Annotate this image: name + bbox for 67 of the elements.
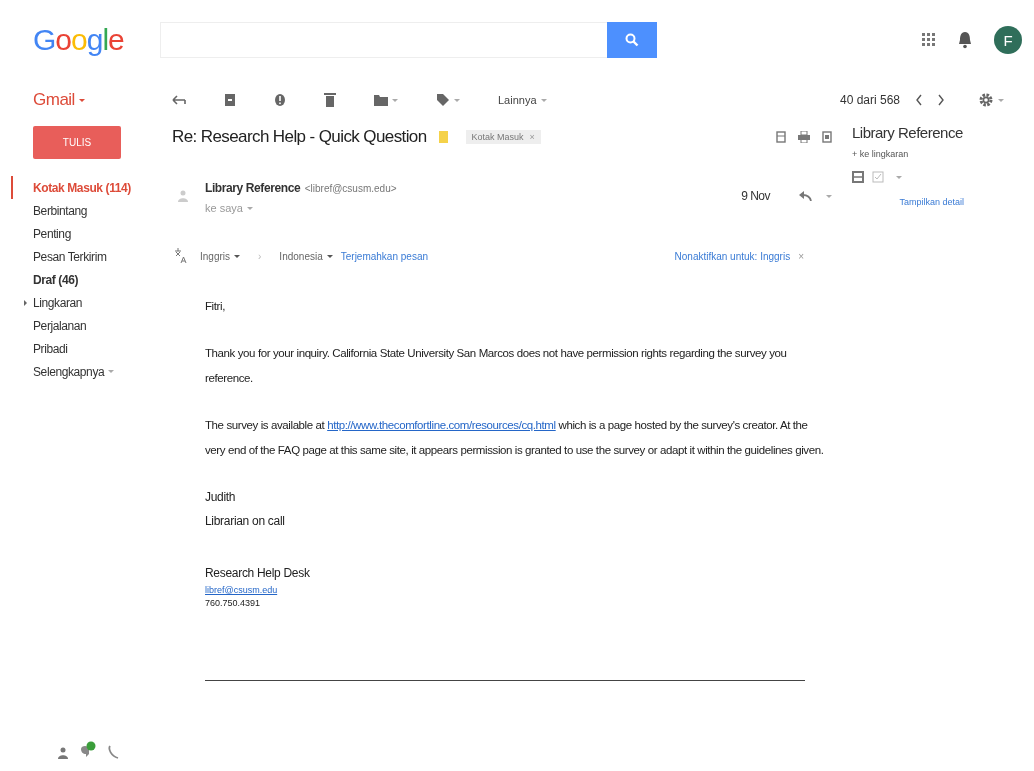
email-paragraph: The survey is available at http://www.thecomfortline.com/resources/cq.html which is a page hosted by the survey's creator. At the very end of the FAQ page at this same site, it appears permission is granted to use the survey or adapt it within the guidelines given. — [205, 418, 825, 458]
email-link[interactable]: libref@csusm.edu — [205, 585, 278, 595]
expand-arrow-icon[interactable] — [24, 299, 27, 306]
folder-link[interactable]: Perjalanan — [33, 318, 87, 333]
translate-icon — [174, 248, 188, 264]
translate-link[interactable]: Terjemahkan pesan — [340, 250, 428, 262]
print-icon[interactable] — [798, 131, 810, 143]
archive-icon[interactable] — [224, 93, 236, 107]
folder-link[interactable]: Penting — [33, 226, 71, 241]
label-text: Kotak Masuk — [471, 132, 524, 142]
sender-avatar-icon — [178, 189, 188, 203]
google-logo: Google — [33, 23, 125, 57]
chat-bubble-icon[interactable] — [80, 741, 96, 759]
caret-icon[interactable] — [108, 370, 115, 373]
folder-link[interactable]: Pesan Terkirim — [33, 249, 107, 264]
folder-link[interactable]: Selengkapnya — [33, 364, 105, 379]
folder-link[interactable]: Berbintang — [33, 203, 88, 218]
caret-icon[interactable] — [896, 175, 902, 179]
sender-name: Library Reference — [205, 181, 301, 195]
tag-icon[interactable] — [436, 93, 450, 107]
source-language-dropdown[interactable]: Inggris — [200, 250, 240, 262]
folder-icon[interactable] — [374, 94, 388, 106]
pagination-text: 40 dari 568 — [839, 93, 900, 107]
folder-link[interactable]: Lingkaran — [33, 295, 83, 310]
show-details-link[interactable]: Tampilkan detail — [899, 197, 964, 207]
settings-icon[interactable] — [978, 92, 994, 108]
phone-number: 760.750.4391 — [205, 598, 262, 608]
sender-email: <libref@csusm.edu> — [304, 183, 397, 194]
person-icon[interactable] — [58, 747, 68, 759]
search-button[interactable] — [607, 22, 657, 58]
more-button[interactable]: Lainnya — [498, 94, 547, 106]
gmail-menu[interactable]: Gmail — [33, 90, 85, 110]
trash-icon[interactable] — [324, 92, 336, 108]
target-language-dropdown[interactable]: Indonesia — [279, 250, 333, 262]
bell-icon[interactable] — [958, 31, 972, 49]
phone-icon[interactable] — [108, 745, 120, 759]
archive-icon[interactable] — [852, 171, 864, 183]
signature-line: Research Help Desk — [205, 565, 311, 582]
disable-translation-link[interactable]: Nonaktifkan untuk: Inggris — [674, 250, 791, 262]
new-window-icon[interactable] — [822, 131, 832, 143]
email-paragraph: Thank you for your inquiry. California State University San Marcos does not have permission rights regarding the survey you reference. — [205, 346, 788, 386]
add-to-circles-link[interactable]: + ke lingkaran — [852, 149, 1034, 159]
arrow-text: › — [258, 250, 262, 262]
more-options-caret-icon[interactable] — [826, 194, 832, 198]
checkbox-icon[interactable] — [872, 171, 884, 183]
compose-button[interactable]: TULIS — [33, 126, 121, 159]
search-field[interactable] — [160, 22, 607, 58]
search-icon — [625, 33, 639, 47]
email-paragraph: Fitri, — [205, 299, 226, 314]
folder-link[interactable]: Pribadi — [33, 341, 68, 356]
document-icon[interactable] — [776, 131, 786, 143]
apps-grid-icon[interactable] — [922, 33, 936, 47]
signature-line: Judith — [205, 489, 237, 506]
folder-link[interactable]: Draf (46) — [33, 272, 79, 287]
contact-name: Library Reference — [852, 124, 964, 141]
email-date: 9 Nov — [741, 189, 770, 203]
avatar[interactable]: F — [994, 26, 1022, 54]
importance-marker-icon[interactable] — [438, 131, 448, 143]
back-arrow-icon[interactable] — [172, 94, 186, 106]
folder-link[interactable]: Kotak Masuk (114) — [33, 180, 131, 195]
email-subject: Re: Research Help - Quick Question — [172, 127, 427, 147]
url-link[interactable]: http://www.thecomfortline.com/resources/cq.html — [327, 419, 556, 431]
signature-line: Librarian on call — [205, 513, 286, 530]
chevron-left-icon[interactable] — [914, 93, 924, 107]
chevron-right-icon[interactable] — [936, 93, 946, 107]
spam-icon[interactable] — [274, 93, 286, 107]
reply-arrow-icon[interactable] — [798, 191, 812, 201]
